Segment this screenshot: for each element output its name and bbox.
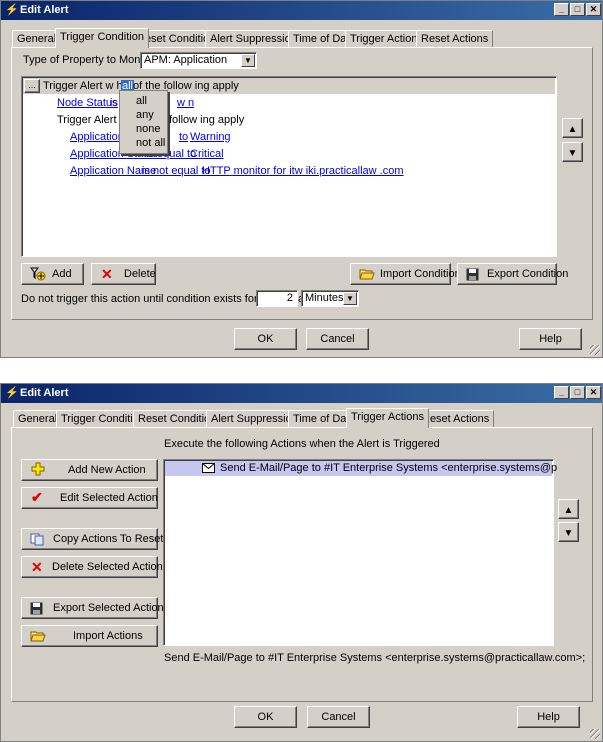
alert-app-icon: ⚡: [5, 387, 19, 399]
delay-input[interactable]: 2: [256, 290, 298, 307]
condition-options-button[interactable]: ...: [24, 79, 40, 93]
node-status-operator[interactable]: is: [110, 97, 118, 109]
checkmark-icon: ✔: [31, 489, 43, 505]
maximize-button[interactable]: □: [570, 3, 585, 16]
minimize-button[interactable]: _: [554, 3, 569, 16]
arrow-up-icon: ▲: [563, 505, 574, 516]
minimize-button[interactable]: _: [554, 386, 569, 399]
actions-header: Execute the following Actions when the A…: [164, 438, 440, 450]
tab-trigger-condition[interactable]: Trigger Condition: [55, 28, 149, 48]
floppy-disk-icon: [30, 602, 43, 615]
delete-selected-actions-label: Delete Selected Actions: [52, 561, 169, 573]
import-condition-label: Import Condition: [380, 268, 461, 280]
dropdown-option-all[interactable]: all: [136, 95, 147, 107]
envelope-icon: [202, 463, 215, 473]
nested-group-suffix: follow ing apply: [169, 114, 245, 126]
export-selected-actions-label: Export Selected Actions: [53, 602, 170, 614]
arrow-up-icon: ▲: [567, 124, 578, 135]
dropdown-option-none[interactable]: none: [136, 123, 160, 135]
ok-button[interactable]: OK: [234, 706, 297, 728]
app-name-value[interactable]: HTTP monitor for itw iki.practicallaw .c…: [202, 165, 404, 177]
chevron-down-icon[interactable]: ▼: [343, 292, 357, 305]
add-condition-icon: [30, 267, 46, 281]
title-bar[interactable]: ⚡ Edit Alert _ □ ✕: [1, 384, 602, 403]
node-status-value[interactable]: w n: [177, 97, 194, 109]
move-down-button[interactable]: ▼: [562, 142, 583, 162]
nested-group-prefix: Trigger Alert w: [57, 114, 128, 126]
window-title: Edit Alert: [20, 387, 69, 399]
edit-alert-window-trigger-actions: ⚡ Edit Alert _ □ ✕ General Trigger Condi…: [0, 383, 603, 742]
tab-reset-actions[interactable]: Reset Actions: [416, 30, 494, 48]
maximize-button[interactable]: □: [570, 386, 585, 399]
delete-selected-actions-button[interactable]: ✕ Delete Selected Actions: [21, 556, 168, 578]
delete-label: Delete: [124, 268, 156, 280]
help-button[interactable]: Help: [517, 706, 580, 728]
dropdown-option-any[interactable]: any: [136, 109, 154, 121]
import-actions-button[interactable]: Import Actions: [21, 625, 158, 647]
move-up-button[interactable]: ▲: [558, 499, 579, 519]
delay-unit-select[interactable]: Minutes ▼: [301, 290, 359, 307]
import-condition-button[interactable]: Import Condition: [350, 263, 461, 285]
move-down-button[interactable]: ▼: [558, 522, 579, 542]
app-name-operator[interactable]: is not equal to: [142, 165, 211, 177]
copy-actions-to-reset-button[interactable]: Copy Actions To Reset: [21, 528, 163, 550]
condition-dropdown-menu: all any none not all: [119, 90, 168, 154]
node-status-field[interactable]: Node Status: [57, 97, 118, 109]
close-button[interactable]: ✕: [586, 386, 601, 399]
action-item-text: Send E-Mail/Page to #IT Enterprise Syste…: [220, 462, 558, 474]
red-x-icon: ✕: [101, 266, 113, 282]
export-condition-label: Export Condition: [487, 268, 569, 280]
actions-list[interactable]: Send E-Mail/Page to #IT Enterprise Syste…: [163, 459, 557, 646]
cancel-button[interactable]: Cancel: [306, 328, 369, 350]
tab-trigger-actions[interactable]: Trigger Actions: [346, 408, 429, 428]
property-type-value: APM: Application: [144, 54, 228, 66]
arrow-down-icon: ▼: [563, 528, 574, 539]
property-type-select[interactable]: APM: Application ▼: [140, 52, 257, 69]
floppy-disk-icon: [466, 268, 479, 281]
red-x-icon: ✕: [31, 559, 43, 575]
dropdown-option-not-all[interactable]: not all: [136, 137, 165, 149]
open-folder-icon: [30, 630, 46, 642]
chevron-down-icon[interactable]: ▼: [241, 54, 255, 67]
tab-general[interactable]: General: [13, 410, 63, 428]
export-condition-button[interactable]: Export Condition: [457, 263, 568, 285]
copy-actions-to-reset-label: Copy Actions To Reset: [53, 533, 164, 545]
actions-summary: Send E-Mail/Page to #IT Enterprise Syste…: [164, 652, 586, 664]
resize-grip[interactable]: [590, 729, 600, 739]
condition-tree[interactable]: ... Trigger Alert w hen all of the follo…: [21, 76, 557, 257]
delay-unit-value: Minutes: [305, 292, 344, 304]
add-new-action-label: Add New Action: [68, 464, 146, 476]
arrow-down-icon: ▼: [567, 148, 578, 159]
app-status-1-value[interactable]: Warning: [190, 131, 231, 143]
edit-selected-action-label: Edit Selected Action: [60, 492, 158, 504]
import-actions-label: Import Actions: [73, 630, 143, 642]
delay-value: 2: [286, 292, 293, 304]
export-selected-actions-button[interactable]: Export Selected Actions: [21, 597, 169, 619]
add-condition-button[interactable]: Add: [21, 263, 84, 285]
add-label: Add: [52, 268, 72, 280]
close-button[interactable]: ✕: [586, 3, 601, 16]
title-bar[interactable]: ⚡ Edit Alert _ □ ✕: [1, 1, 602, 20]
ok-button[interactable]: OK: [234, 328, 297, 350]
tab-general[interactable]: General: [12, 30, 62, 48]
property-type-label: Type of Property to Monitor:: [23, 54, 159, 66]
edit-selected-action-button[interactable]: ✔ Edit Selected Action: [21, 487, 158, 509]
open-folder-icon: [359, 268, 375, 280]
delete-condition-button[interactable]: ✕ Delete: [91, 263, 156, 285]
alert-app-icon: ⚡: [5, 4, 19, 16]
copy-icon: [30, 533, 45, 546]
cancel-button[interactable]: Cancel: [307, 706, 370, 728]
app-status-2-value[interactable]: Critical: [190, 148, 224, 160]
plus-icon: [31, 462, 45, 476]
help-button[interactable]: Help: [519, 328, 582, 350]
app-status-1-operator[interactable]: to: [179, 131, 188, 143]
list-item[interactable]: Send E-Mail/Page to #IT Enterprise Syste…: [165, 461, 557, 476]
move-up-button[interactable]: ▲: [562, 118, 583, 138]
add-new-action-button[interactable]: Add New Action: [21, 459, 158, 481]
edit-alert-window-trigger-condition: ⚡ Edit Alert _ □ ✕ General Trigger Condi…: [0, 0, 603, 358]
window-title: Edit Alert: [20, 4, 69, 16]
resize-grip[interactable]: [590, 345, 600, 355]
